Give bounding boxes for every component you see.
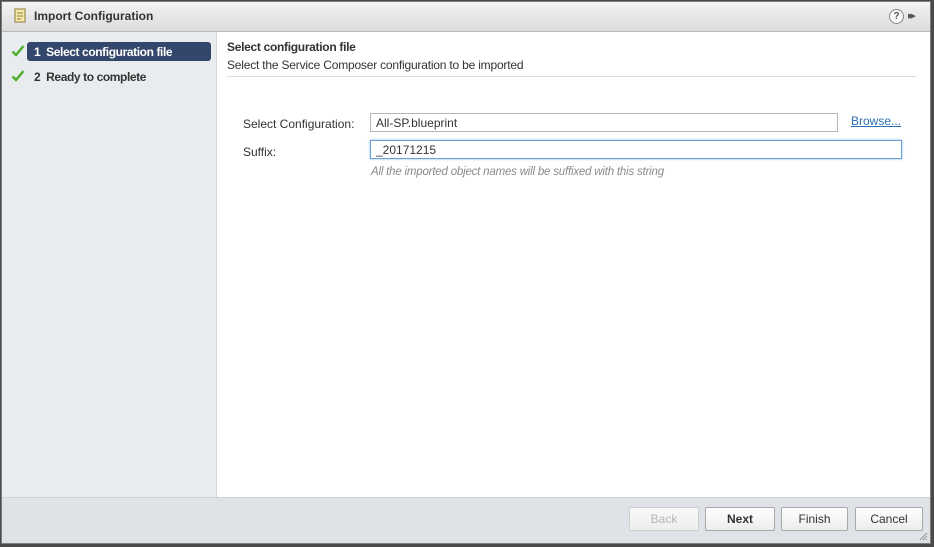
wizard-step-ready-to-complete[interactable]: 2 Ready to complete bbox=[2, 67, 216, 86]
wizard-step-number: 2 bbox=[34, 70, 41, 84]
select-configuration-label: Select Configuration: bbox=[243, 117, 355, 131]
page-title: Select configuration file bbox=[227, 40, 356, 54]
browse-link[interactable]: Browse... bbox=[851, 114, 901, 128]
import-configuration-dialog: Import Configuration ? ▸▸ 1 Select confi… bbox=[1, 1, 931, 544]
help-icon[interactable]: ? bbox=[889, 9, 904, 24]
suffix-hint: All the imported object names will be su… bbox=[371, 166, 664, 178]
wizard-step-text: Select configuration file bbox=[46, 45, 173, 59]
suffix-input[interactable] bbox=[370, 140, 902, 159]
wizard-step-select-configuration-file[interactable]: 1 Select configuration file bbox=[2, 42, 216, 61]
back-button[interactable]: Back bbox=[629, 507, 699, 531]
wizard-step-number: 1 bbox=[34, 45, 41, 59]
cancel-button[interactable]: Cancel bbox=[855, 507, 923, 531]
dialog-footer: Back Next Finish Cancel bbox=[2, 497, 930, 543]
suffix-label: Suffix: bbox=[243, 145, 277, 159]
expand-icon[interactable]: ▸▸ bbox=[908, 8, 922, 24]
wizard-content: Select configuration file Select the Ser… bbox=[217, 32, 930, 498]
checkmark-icon bbox=[11, 70, 25, 82]
wizard-steps-sidebar: 1 Select configuration file 2 Ready to c… bbox=[2, 32, 217, 498]
dialog-titlebar[interactable]: Import Configuration ? ▸▸ bbox=[2, 2, 930, 32]
dialog-title: Import Configuration bbox=[34, 9, 154, 23]
page-subtitle: Select the Service Composer configuratio… bbox=[227, 58, 524, 72]
resize-grip-icon[interactable] bbox=[918, 531, 928, 541]
checkmark-icon bbox=[11, 45, 25, 57]
document-edit-icon bbox=[14, 8, 26, 23]
configuration-file-field[interactable] bbox=[370, 113, 838, 132]
wizard-step-text: Ready to complete bbox=[46, 70, 147, 84]
header-divider bbox=[227, 76, 916, 77]
next-button[interactable]: Next bbox=[705, 507, 775, 531]
wizard-step-label: 1 Select configuration file bbox=[34, 45, 173, 59]
wizard-step-label: 2 Ready to complete bbox=[34, 70, 146, 84]
finish-button[interactable]: Finish bbox=[781, 507, 848, 531]
